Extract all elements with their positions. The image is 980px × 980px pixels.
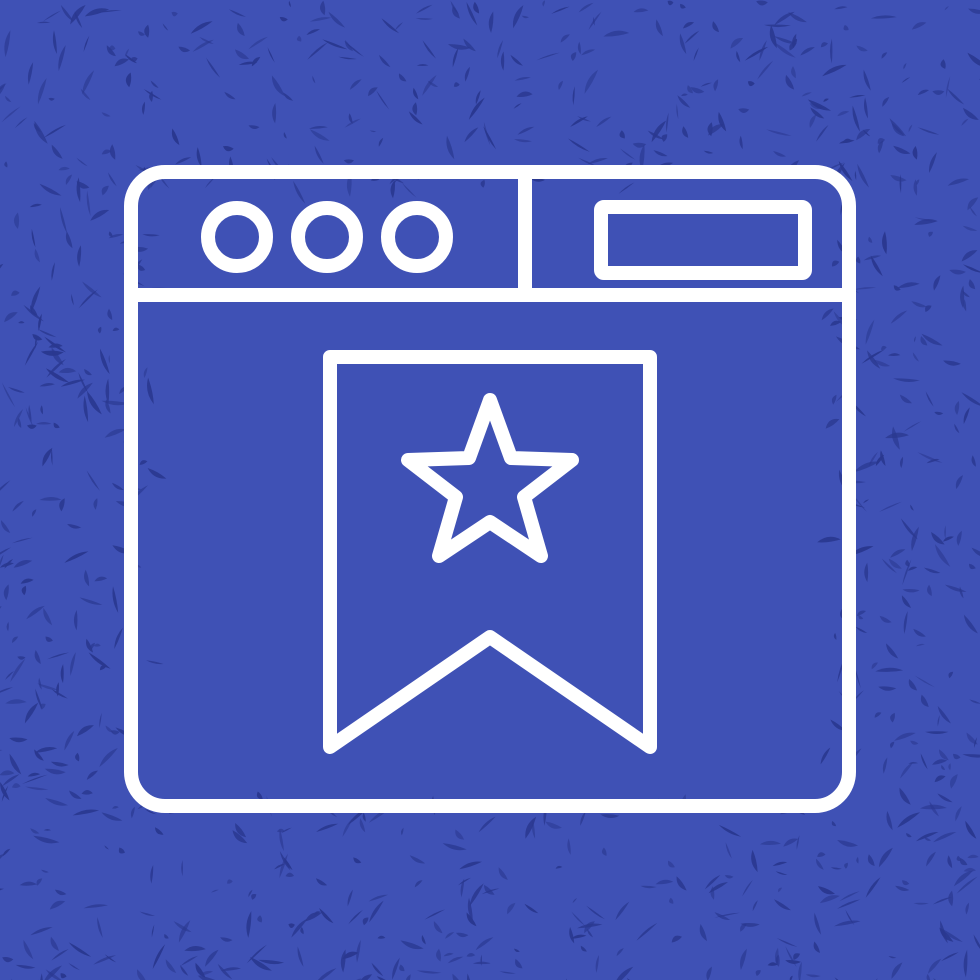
address-bar xyxy=(594,200,812,280)
window-dot-icon xyxy=(201,201,273,273)
browser-bookmark-icon xyxy=(124,165,856,813)
window-dot-icon xyxy=(381,201,453,273)
icon-canvas xyxy=(0,0,980,980)
window-control-dots xyxy=(201,201,453,273)
window-dot-icon xyxy=(291,201,363,273)
star-icon xyxy=(401,393,579,563)
